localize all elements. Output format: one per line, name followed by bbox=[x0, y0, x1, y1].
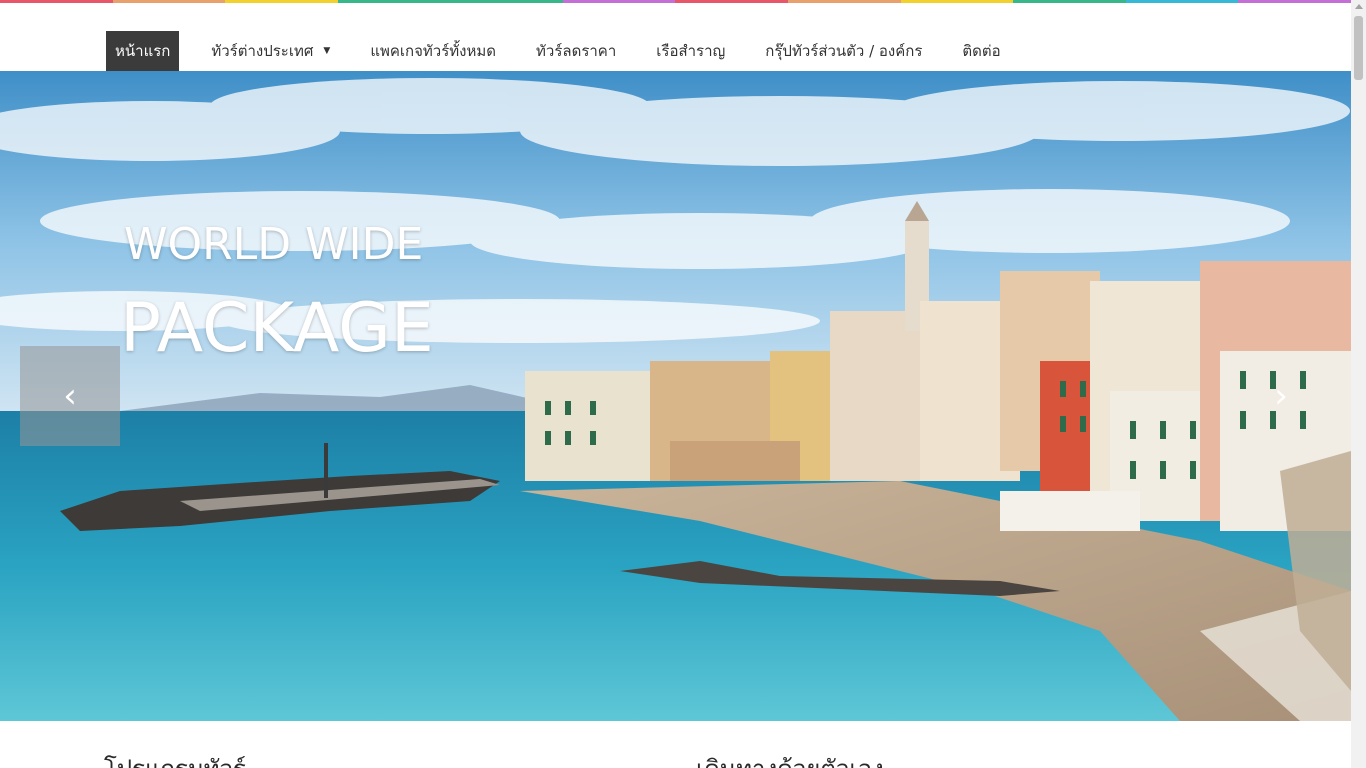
scroll-up-icon[interactable] bbox=[1355, 4, 1363, 9]
nav-list: หน้าแรก ทัวร์ต่างประเทศ ▼ แพคเกจทัวร์ทั้ง… bbox=[106, 31, 1021, 71]
scrollbar-thumb[interactable] bbox=[1354, 16, 1363, 80]
chevron-right-icon: › bbox=[1274, 376, 1288, 416]
page-scrollbar[interactable] bbox=[1351, 0, 1366, 768]
nav-item-private-group[interactable]: กรุ๊ปทัวร์ส่วนตัว / องค์กร bbox=[745, 31, 942, 71]
nav-label: ทัวร์ต่างประเทศ bbox=[211, 42, 314, 60]
hero-slider: WORLD WIDE PACKAGE ‹ › bbox=[0, 71, 1351, 721]
nav-label: หน้าแรก bbox=[115, 42, 171, 60]
nav-label: ติดต่อ bbox=[962, 42, 1001, 60]
nav-item-cruise[interactable]: เรือสำราญ bbox=[636, 31, 745, 71]
self-travel-heading: เดินทางด้วยตัวเอง bbox=[696, 749, 884, 768]
nav-item-overseas-tours[interactable]: ทัวร์ต่างประเทศ ▼ bbox=[191, 31, 350, 71]
nav-label: เรือสำราญ bbox=[656, 42, 726, 60]
slider-next-button[interactable]: › bbox=[1231, 346, 1331, 446]
nav-item-contact[interactable]: ติดต่อ bbox=[942, 31, 1020, 71]
chevron-left-icon: ‹ bbox=[63, 376, 77, 416]
slider-prev-button[interactable]: ‹ bbox=[20, 346, 120, 446]
tour-programs-heading: โปรแกรมทัวร์ bbox=[104, 749, 246, 768]
hero-image bbox=[0, 71, 1351, 721]
nav-label: กรุ๊ปทัวร์ส่วนตัว / องค์กร bbox=[765, 42, 923, 60]
nav-item-all-packages[interactable]: แพคเกจทัวร์ทั้งหมด bbox=[350, 31, 516, 71]
content-section: โปรแกรมทัวร์ เดินทางด้วยตัวเอง bbox=[0, 721, 1351, 768]
hero-title-line1: WORLD WIDE bbox=[124, 219, 424, 270]
nav-item-discount-tours[interactable]: ทัวร์ลดราคา bbox=[516, 31, 636, 71]
caret-down-icon: ▼ bbox=[323, 46, 331, 56]
nav-label: แพคเกจทัวร์ทั้งหมด bbox=[370, 42, 497, 60]
nav-item-home[interactable]: หน้าแรก bbox=[106, 31, 180, 71]
nav-label: ทัวร์ลดราคา bbox=[536, 42, 617, 60]
hero-title-line2: PACKAGE bbox=[120, 289, 434, 368]
main-navigation: หน้าแรก ทัวร์ต่างประเทศ ▼ แพคเกจทัวร์ทั้ง… bbox=[0, 3, 1351, 71]
